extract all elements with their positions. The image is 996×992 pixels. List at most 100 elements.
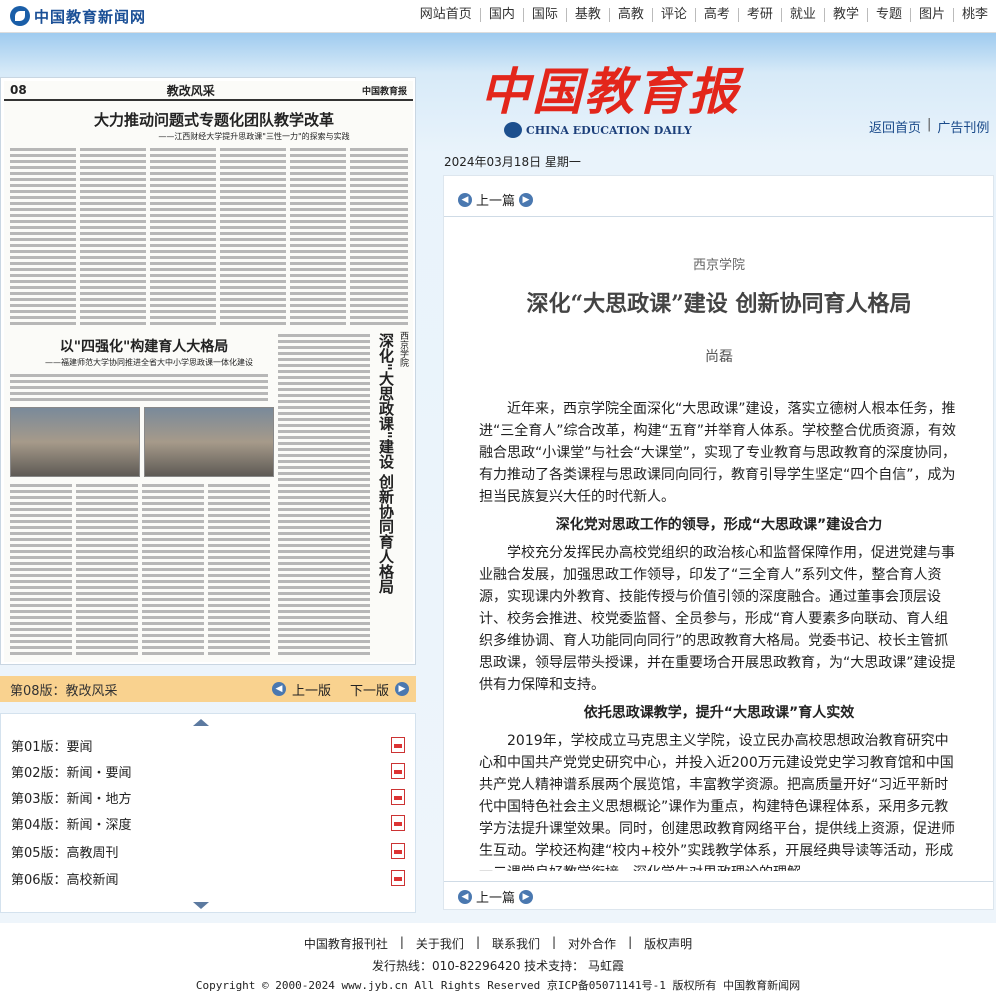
pdf-icon[interactable] — [391, 815, 405, 831]
prev-page-button[interactable]: ◀ 上一版 — [272, 680, 331, 699]
site-logo[interactable]: 中国教育新闻网 — [10, 4, 146, 28]
pdf-icon[interactable] — [391, 763, 405, 779]
nav-link-taoli[interactable]: 桃李 — [952, 8, 996, 22]
paper-text-column — [80, 147, 146, 327]
prev-article-label[interactable]: 上一篇 — [476, 190, 515, 209]
link-separator: | — [552, 935, 557, 949]
nav-link-home[interactable]: 网站首页 — [412, 8, 480, 22]
prev-article-nav-bottom[interactable]: ◀ 上一篇 ▶ — [454, 887, 537, 906]
footer-link-contact[interactable]: 联系我们 — [492, 935, 540, 952]
masthead-title-cn: 中国教育报 — [480, 62, 740, 121]
paper-text-column — [208, 483, 270, 655]
article-paragraph: 学校充分发挥民办高校党组织的政治核心和监督保障作用，促进党建与事业融合发展，加强… — [479, 545, 956, 693]
page-list-item[interactable]: 第01版：要闻 — [11, 734, 407, 756]
top-navigation: 中国教育新闻网 网站首页 国内 国际 基教 高教 评论 高考 考研 就业 教学 … — [0, 0, 996, 33]
divider — [444, 881, 993, 882]
footer: 中国教育报刊社 | 关于我们 | 联系我们 | 对外合作 | 版权声明 发行热线… — [0, 923, 996, 992]
paper-photo — [10, 407, 140, 477]
footer-link-copyright[interactable]: 版权声明 — [644, 935, 692, 952]
paper-vertical-title[interactable]: 深化"大思政课"建设 创新协同育人格局 — [376, 333, 396, 594]
nav-link-kaoyan[interactable]: 考研 — [737, 8, 781, 22]
pdf-icon[interactable] — [391, 737, 405, 753]
page-navigation-bar: 第08版：教改风采 ◀ 上一版 下一版 ▶ — [0, 676, 416, 702]
paper-text-column — [10, 483, 72, 655]
paper-headline-1[interactable]: 大力推动问题式专题化团队教学改革 — [44, 109, 384, 130]
page-list-item-label[interactable]: 第06版：高校新闻 — [11, 869, 119, 888]
article-body: 西京学院 深化“大思政课”建设 创新协同育人格局 尚磊 近年来，西京学院全面深化… — [479, 246, 959, 871]
paper-text-column — [278, 333, 370, 655]
article-text: 近年来，西京学院全面深化“大思政课”建设，落实立德树人根本任务，推进“三全育人”… — [479, 398, 959, 871]
nav-link-international[interactable]: 国际 — [522, 8, 566, 22]
paper-text-column — [350, 147, 408, 327]
article-paragraph: 近年来，西京学院全面深化“大思政课”建设，落实立德树人根本任务，推进“三全育人”… — [479, 401, 957, 505]
next-page-button[interactable]: 下一版 ▶ — [350, 680, 410, 699]
ad-rates-link[interactable]: 广告刊例 — [937, 117, 989, 136]
header-links: 返回首页 | 广告刊例 — [869, 117, 989, 136]
next-arrow-icon: ▶ — [395, 682, 410, 696]
nav-link-commentary[interactable]: 评论 — [651, 8, 695, 22]
page-list-item[interactable]: 第05版：高教周刊 — [11, 840, 407, 862]
next-arrow-icon: ▶ — [519, 192, 534, 207]
paper-text-column — [150, 147, 216, 327]
footer-copyright: Copyright © 2000-2024 www.jyb.cn All Rig… — [195, 979, 801, 992]
prev-arrow-icon: ◀ — [458, 889, 472, 904]
page-list-item[interactable]: 第04版：新闻・深度 — [11, 812, 407, 834]
pdf-icon[interactable] — [391, 870, 405, 886]
article-title: 深化“大思政课”建设 创新协同育人格局 — [526, 291, 912, 317]
next-page-label: 下一版 — [350, 683, 390, 699]
footer-link-publisher[interactable]: 中国教育报刊社 — [304, 935, 388, 952]
page-list-item[interactable]: 第03版：新闻・地方 — [11, 786, 407, 808]
prev-page-label: 上一版 — [292, 683, 332, 699]
nav-link-pictures[interactable]: 图片 — [909, 8, 953, 22]
nav-link-topics[interactable]: 专题 — [866, 8, 910, 22]
footer-hotline: 发行热线：010-82296420 技术支持： 马虹霞 — [372, 959, 624, 973]
page-list-item[interactable]: 第06版：高校新闻 — [11, 867, 407, 889]
nav-link-basic-education[interactable]: 基教 — [565, 8, 609, 22]
paper-header: 08 教改风采 中国教育报 — [4, 81, 413, 101]
nav-link-employment[interactable]: 就业 — [780, 8, 824, 22]
logo-icon — [10, 6, 30, 26]
prev-arrow-icon: ◀ — [458, 192, 472, 207]
paper-text-column — [220, 147, 286, 327]
page-list-item-label[interactable]: 第03版：新闻・地方 — [11, 788, 132, 807]
article-paragraph: 2019年，学校成立马克思主义学院，设立民办高校思想政治教育研究中心和中国共产党… — [479, 733, 955, 871]
paper-section-name: 教改风采 — [166, 83, 215, 98]
paper-vertical-subtitle: 西京学院 — [398, 331, 408, 367]
footer-link-about[interactable]: 关于我们 — [416, 935, 464, 952]
site-logo-text: 中国教育新闻网 — [34, 7, 147, 26]
prev-article-label[interactable]: 上一篇 — [476, 887, 515, 906]
page-list-item-label[interactable]: 第05版：高教周刊 — [11, 842, 119, 861]
article-subheading: 依托思政课教学，提升“大思政课”育人实效 — [583, 705, 855, 721]
page-list-item-label[interactable]: 第04版：新闻・深度 — [11, 814, 132, 833]
paper-text-column — [142, 483, 204, 655]
scroll-up-arrow-icon[interactable] — [193, 719, 209, 726]
pdf-icon[interactable] — [391, 843, 405, 859]
footer-link-cooperation[interactable]: 对外合作 — [568, 935, 616, 952]
nav-link-higher-education[interactable]: 高教 — [608, 8, 652, 22]
paper-text-column — [10, 147, 76, 327]
page-list-item-label[interactable]: 第02版：新闻・要闻 — [11, 762, 132, 781]
nav-link-domestic[interactable]: 国内 — [479, 8, 523, 22]
link-separator: | — [399, 935, 404, 949]
scroll-down-arrow-icon[interactable] — [193, 902, 209, 909]
nav-link-teaching[interactable]: 教学 — [823, 8, 867, 22]
page-list-item[interactable]: 第02版：新闻・要闻 — [11, 760, 407, 782]
paper-headline-2[interactable]: 以"四强化"构建育人大格局 — [24, 336, 264, 356]
prev-article-nav-top[interactable]: ◀ 上一篇 ▶ — [454, 190, 537, 209]
issue-date: 2024年03月18日 星期一 — [444, 155, 581, 169]
page-list-item-label[interactable]: 第01版：要闻 — [11, 736, 93, 755]
prev-arrow-icon: ◀ — [272, 682, 286, 696]
paper-text-column — [76, 483, 138, 655]
paper-masthead: 中国教育报 — [361, 86, 407, 97]
newspaper-page-preview[interactable]: 08 教改风采 中国教育报 大力推动问题式专题化团队教学改革 ——江西财经大学提… — [0, 77, 416, 665]
masthead-title-en: CHINA EDUCATION DAILY — [526, 123, 692, 137]
paper-text-column — [290, 147, 346, 327]
paper-photo — [144, 407, 274, 477]
page-list: 第01版：要闻 第02版：新闻・要闻 第03版：新闻・地方 第04版：新闻・深度… — [0, 713, 416, 913]
divider — [444, 216, 993, 217]
newspaper-masthead: 中国教育报 CHINA EDUCATION DAILY — [480, 52, 740, 138]
nav-link-gaokao[interactable]: 高考 — [694, 8, 738, 22]
next-arrow-icon: ▶ — [519, 889, 534, 904]
pdf-icon[interactable] — [391, 789, 405, 805]
home-link[interactable]: 返回首页 — [869, 117, 921, 136]
